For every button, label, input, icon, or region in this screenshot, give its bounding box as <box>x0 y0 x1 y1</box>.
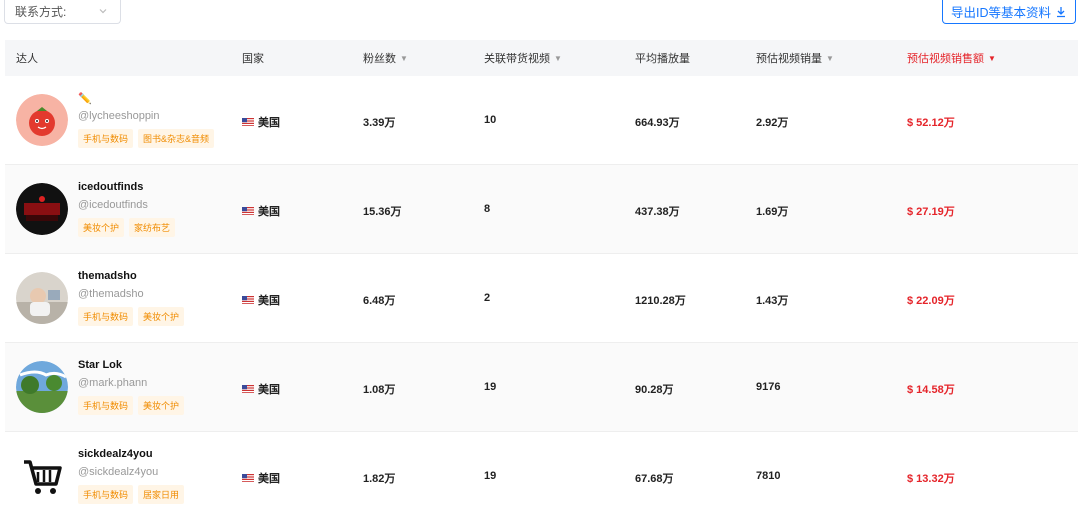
contact-filter-select[interactable]: 联系方式: <box>4 0 121 24</box>
col-sales-amount[interactable]: 预估视频销售额 ▼ <box>907 50 996 66</box>
table-row[interactable]: sickdealz4you @sickdealz4you 手机与数码 居家日用 … <box>5 432 1078 520</box>
category-tag: 居家日用 <box>138 485 185 504</box>
category-tag: 图书&杂志&音频 <box>138 129 215 148</box>
category-tags: 手机与数码 居家日用 <box>78 485 185 504</box>
creator-name[interactable]: sickdealz4you <box>78 448 153 460</box>
creator-handle: @icedoutfinds <box>78 199 148 211</box>
video-sales-cell: 9176 <box>756 381 781 393</box>
creator-handle: @sickdealz4you <box>78 466 159 478</box>
videos-cell: 2 <box>484 292 491 304</box>
category-tag: 手机与数码 <box>78 485 134 504</box>
creator-table: 达人 国家 粉丝数 ▼ 关联带货视频 ▼ 平均播放量 预估视频销量 ▼ 预估视频销售额… <box>5 40 1078 520</box>
creator-name[interactable]: ✏️ <box>78 92 92 105</box>
followers-cell: 15.36万 <box>363 206 402 218</box>
table-row[interactable]: themadsho @themadsho 手机与数码 美妆个护 美国 6.48万… <box>5 254 1078 343</box>
followers-cell: 1.08万 <box>363 384 396 396</box>
video-sales-cell: 2.92万 <box>756 117 789 129</box>
videos-cell: 8 <box>484 203 491 215</box>
video-sales-cell: 1.69万 <box>756 206 789 218</box>
avg-views-cell: 437.38万 <box>635 206 680 218</box>
category-tags: 手机与数码 美妆个护 <box>78 396 185 415</box>
sales-amount-cell: $ 22.09万 <box>907 295 955 307</box>
chevron-down-icon <box>99 9 107 14</box>
category-tag: 手机与数码 <box>78 129 134 148</box>
country-cell: 美国 <box>242 203 280 219</box>
followers-cell: 3.39万 <box>363 117 396 129</box>
creator-handle: @themadsho <box>78 288 144 300</box>
category-tag: 手机与数码 <box>78 307 134 326</box>
creator-handle: @mark.phann <box>78 377 148 389</box>
videos-cell: 10 <box>484 114 497 126</box>
avatar[interactable] <box>16 183 68 235</box>
avatar[interactable] <box>16 94 68 146</box>
video-sales-cell: 1.43万 <box>756 295 789 307</box>
category-tags: 手机与数码 图书&杂志&音频 <box>78 129 215 148</box>
avg-views-cell: 664.93万 <box>635 117 680 129</box>
creator-handle: @lycheeshoppin <box>78 110 160 122</box>
download-icon <box>1057 6 1065 17</box>
col-videos[interactable]: 关联带货视频 ▼ <box>484 50 562 66</box>
sort-icon: ▼ <box>988 53 996 63</box>
table-row[interactable]: Star Lok @mark.phann 手机与数码 美妆个护 美国 1.08万… <box>5 343 1078 432</box>
us-flag-icon <box>242 296 254 304</box>
category-tag: 美妆个护 <box>138 307 185 326</box>
us-flag-icon <box>242 385 254 393</box>
sales-amount-cell: $ 27.19万 <box>907 206 955 218</box>
creator-name[interactable]: themadsho <box>78 270 137 282</box>
category-tag: 家纺布艺 <box>129 218 176 237</box>
sort-icon: ▼ <box>554 53 562 63</box>
table-row[interactable]: icedoutfinds @icedoutfinds 美妆个护 家纺布艺 美国 … <box>5 165 1078 254</box>
export-button[interactable]: 导出ID等基本资料 <box>941 0 1076 24</box>
followers-cell: 6.48万 <box>363 295 396 307</box>
country-cell: 美国 <box>242 292 280 308</box>
avatar[interactable] <box>16 361 68 413</box>
country-cell: 美国 <box>242 381 280 397</box>
col-video-sales[interactable]: 预估视频销量 ▼ <box>756 50 834 66</box>
avatar[interactable] <box>16 450 68 502</box>
sort-icon: ▼ <box>400 53 408 63</box>
us-flag-icon <box>242 474 254 482</box>
us-flag-icon <box>242 118 254 126</box>
export-button-label: 导出ID等基本资料 <box>950 6 1051 20</box>
table-row[interactable]: ✏️ @lycheeshoppin 手机与数码 图书&杂志&音频 美国 3.39… <box>5 76 1078 165</box>
category-tag: 手机与数码 <box>78 396 134 415</box>
video-sales-cell: 7810 <box>756 470 781 482</box>
category-tags: 美妆个护 家纺布艺 <box>78 218 176 237</box>
contact-filter-label: 联系方式: <box>15 5 67 19</box>
us-flag-icon <box>242 207 254 215</box>
avg-views-cell: 67.68万 <box>635 473 674 485</box>
sales-amount-cell: $ 52.12万 <box>907 117 955 129</box>
country-cell: 美国 <box>242 114 280 130</box>
avg-views-cell: 1210.28万 <box>635 295 686 307</box>
creator-name[interactable]: icedoutfinds <box>78 181 143 193</box>
category-tag: 美妆个护 <box>78 218 125 237</box>
col-country: 国家 <box>242 53 264 65</box>
col-followers[interactable]: 粉丝数 ▼ <box>363 50 408 66</box>
videos-cell: 19 <box>484 470 497 482</box>
avg-views-cell: 90.28万 <box>635 384 674 396</box>
table-header: 达人 国家 粉丝数 ▼ 关联带货视频 ▼ 平均播放量 预估视频销量 ▼ 预估视频销售额… <box>5 40 1078 76</box>
avatar[interactable] <box>16 272 68 324</box>
followers-cell: 1.82万 <box>363 473 396 485</box>
creator-name[interactable]: Star Lok <box>78 359 122 371</box>
category-tag: 美妆个护 <box>138 396 185 415</box>
sales-amount-cell: $ 14.58万 <box>907 384 955 396</box>
category-tags: 手机与数码 美妆个护 <box>78 307 185 326</box>
col-creator: 达人 <box>16 53 38 65</box>
country-cell: 美国 <box>242 470 280 486</box>
sort-icon: ▼ <box>826 53 834 63</box>
videos-cell: 19 <box>484 381 497 393</box>
sales-amount-cell: $ 13.32万 <box>907 473 955 485</box>
col-avg-views: 平均播放量 <box>635 53 690 65</box>
